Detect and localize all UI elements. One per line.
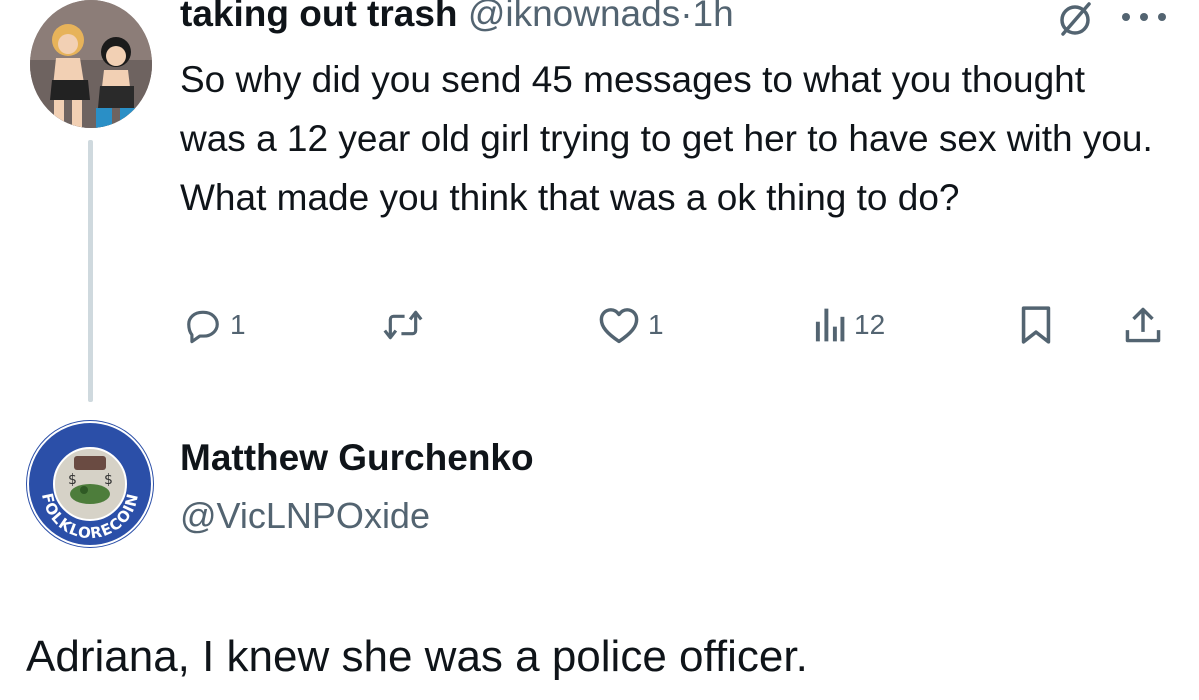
reply-author-handle[interactable]: @VicLNPOxide bbox=[180, 490, 430, 542]
retweet-icon bbox=[383, 310, 423, 340]
author-handle[interactable]: @iknownads bbox=[468, 0, 680, 34]
tweet-text: So why did you send 45 messages to what … bbox=[180, 59, 1153, 218]
views-button[interactable]: 12 bbox=[812, 302, 885, 348]
tweet-actions-bar: 1 1 12 bbox=[180, 302, 1170, 348]
more-icon[interactable] bbox=[1118, 10, 1170, 24]
bookmark-button[interactable] bbox=[1020, 302, 1052, 348]
svg-text:$: $ bbox=[104, 472, 113, 488]
timestamp[interactable]: 1h bbox=[693, 0, 734, 34]
share-button[interactable] bbox=[1124, 302, 1162, 348]
reply-tweet-text: Adriana, I knew she was a police officer… bbox=[26, 632, 808, 681]
avatar-matthew-gurchenko[interactable]: $ $ FOLKLORECOIN bbox=[24, 418, 156, 550]
reply-icon bbox=[187, 310, 219, 344]
avatar-illustration bbox=[30, 0, 152, 128]
svg-text:$: $ bbox=[68, 472, 77, 488]
views-icon bbox=[815, 308, 845, 342]
reply-button[interactable]: 1 bbox=[184, 302, 246, 348]
coin-logo: $ $ FOLKLORECOIN bbox=[26, 420, 154, 548]
avatar-taking-out-trash[interactable] bbox=[30, 0, 152, 128]
like-icon bbox=[599, 308, 639, 344]
like-count: 1 bbox=[648, 309, 664, 340]
bookmark-icon bbox=[1021, 306, 1051, 344]
header-separator: · bbox=[680, 0, 693, 34]
like-button[interactable]: 1 bbox=[598, 302, 664, 348]
reply-author-name[interactable]: Matthew Gurchenko bbox=[180, 432, 534, 484]
retweet-button[interactable] bbox=[382, 302, 424, 348]
author-name[interactable]: taking out trash bbox=[180, 0, 458, 34]
thread-connector-line bbox=[88, 140, 93, 402]
views-count: 12 bbox=[854, 309, 886, 340]
share-icon bbox=[1125, 307, 1161, 343]
tweet-header: taking out trash @iknownads·1h bbox=[180, 0, 734, 42]
reply-count: 1 bbox=[230, 309, 246, 340]
grok-icon[interactable] bbox=[1055, 0, 1095, 36]
